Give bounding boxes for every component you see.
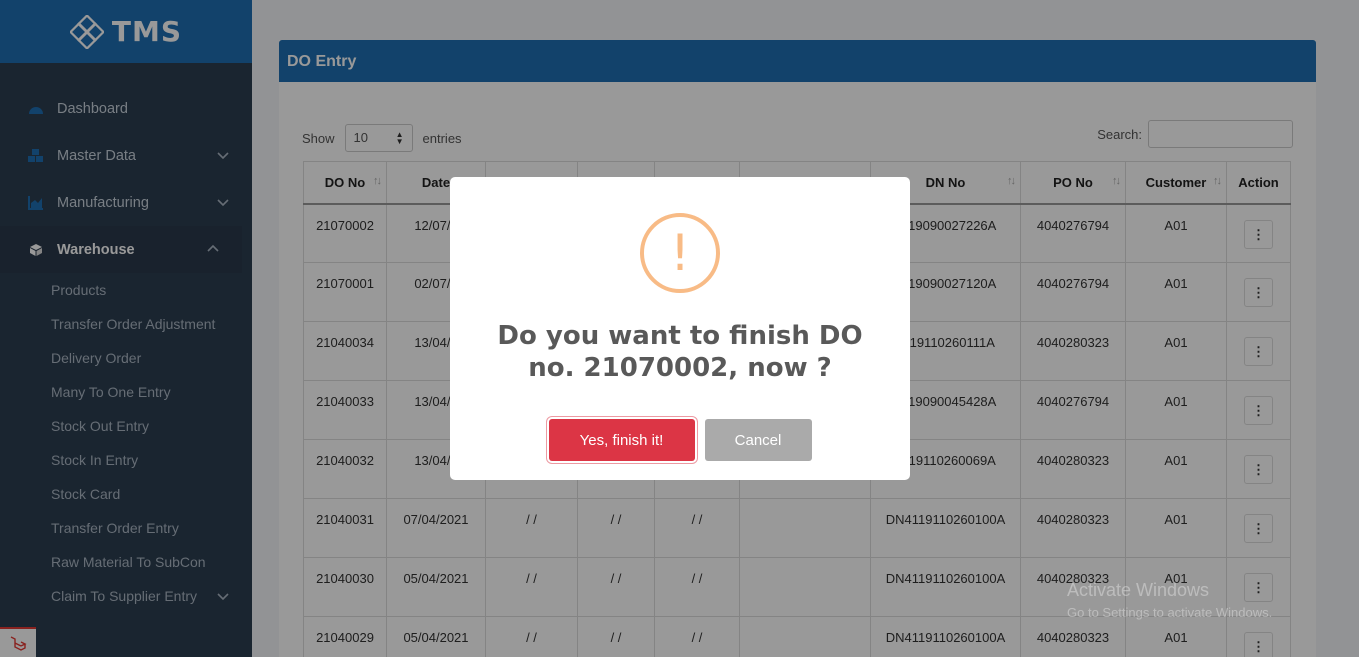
- warning-icon: !: [640, 213, 720, 293]
- watermark-subtitle: Go to Settings to activate Windows.: [1067, 605, 1273, 620]
- dialog-actions: Yes, finish it! Cancel: [450, 419, 910, 461]
- confirm-dialog: ! Do you want to finish DO no. 21070002,…: [450, 177, 910, 480]
- cancel-button[interactable]: Cancel: [704, 419, 812, 461]
- activate-windows-watermark: Activate Windows Go to Settings to activ…: [1067, 580, 1272, 620]
- watermark-title: Activate Windows: [1067, 580, 1210, 600]
- dialog-title: Do you want to finish DO no. 21070002, n…: [497, 321, 863, 383]
- confirm-finish-button[interactable]: Yes, finish it!: [548, 419, 695, 461]
